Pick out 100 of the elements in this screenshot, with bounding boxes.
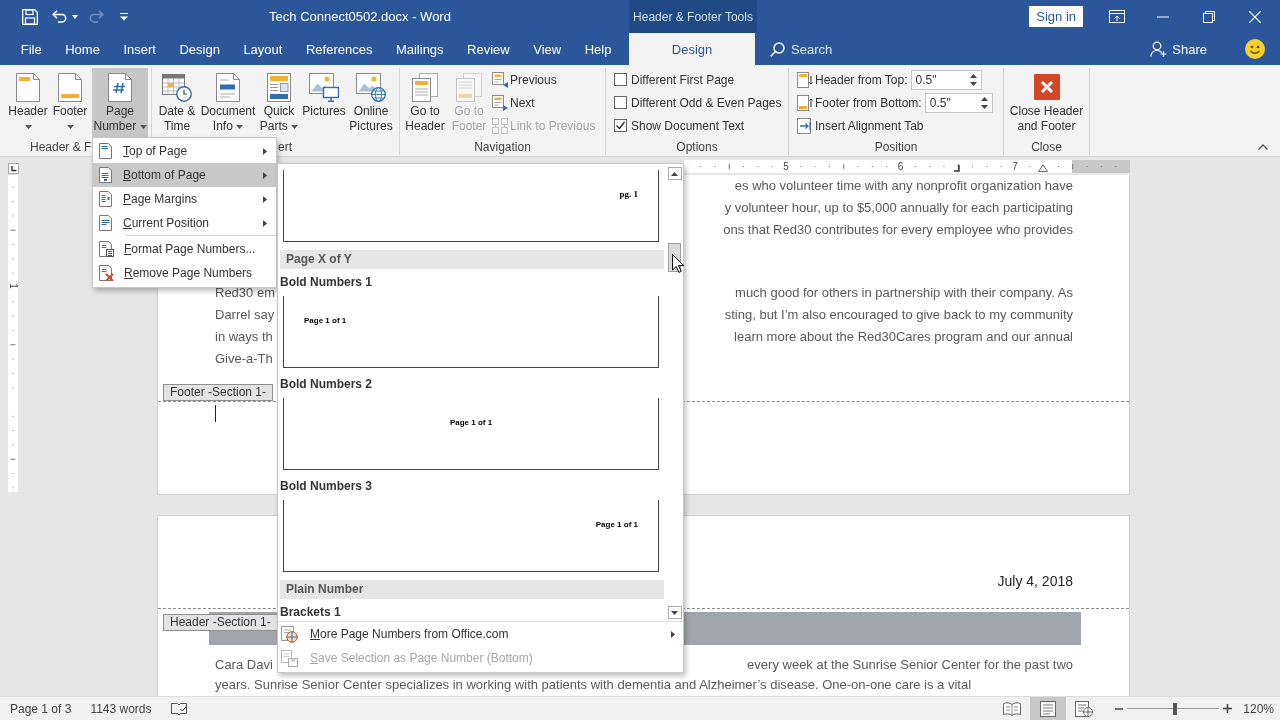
smiley-icon[interactable] [1245, 39, 1265, 59]
ribbon-tab[interactable]: Insert [111, 33, 168, 65]
page-layout-icon [1040, 700, 1057, 717]
ribbon-button[interactable]: Close Header and Footer [1004, 68, 1089, 140]
zoom-in-icon[interactable] [1223, 704, 1233, 713]
close-icon[interactable] [1249, 10, 1261, 23]
scroll-up-button[interactable] [667, 167, 682, 180]
header-section-tag: Header -Section 1- [163, 614, 278, 631]
book-check-icon[interactable] [170, 701, 187, 716]
page-middle-lines-icon [98, 215, 113, 231]
body-text: Darrel say [215, 306, 275, 324]
menu-item[interactable]: Format Page Numbers... [93, 237, 276, 261]
ribbon-small-button[interactable]: Next [492, 91, 596, 114]
share-button[interactable]: Share [1150, 33, 1207, 65]
ribbon-tab[interactable]: Mailings [384, 33, 456, 65]
group-label: Close [1031, 140, 1062, 154]
page-top-lines-icon [98, 143, 113, 159]
menu-item[interactable]: Current Position [93, 211, 276, 235]
close-icon [1033, 74, 1060, 100]
ribbon-tab[interactable]: References [294, 33, 385, 65]
save-icon[interactable] [22, 8, 38, 25]
page-arrow-left-icon [492, 71, 508, 88]
ribbon-tab[interactable]: Review [455, 33, 522, 65]
sign-in-button[interactable]: Sign in [1029, 6, 1083, 27]
menu-item[interactable]: Bottom of Page [93, 163, 276, 187]
spinner-field[interactable]: 0.5" [924, 92, 993, 113]
window-title: Tech Connect0502.docx - Word [269, 9, 451, 24]
tab-stop-icon[interactable] [954, 165, 960, 172]
restore-icon[interactable] [1203, 10, 1215, 23]
text-cursor-icon [215, 405, 216, 422]
zoom-slider-thumb[interactable] [1173, 702, 1178, 715]
header-margin-icon [797, 71, 813, 88]
page-side-lines-icon [98, 191, 113, 207]
page-tab-arrow-icon [797, 117, 813, 134]
body-text: learn more about the Red30Cares program and our annual [734, 328, 1073, 346]
ruler-number: 6 [897, 160, 904, 173]
ribbon-button[interactable]: Pictures [302, 68, 346, 140]
ribbon-tab[interactable]: File [9, 33, 54, 65]
word-count[interactable]: 1143 words [90, 701, 152, 716]
zoom-out-icon[interactable] [1115, 707, 1124, 710]
undo-icon[interactable] [52, 9, 68, 24]
ribbon-small-button[interactable]: Insert Alignment Tab [797, 114, 993, 137]
ribbon-button[interactable]: Footer [50, 68, 90, 140]
ruler-number: 1 [6, 283, 19, 289]
ribbon-tab[interactable]: Design [629, 33, 755, 65]
minimize-icon[interactable] [1157, 15, 1169, 18]
ribbon-button[interactable]: Page Number [92, 68, 148, 140]
spin-arrows-icon [980, 95, 988, 110]
scroll-down-button[interactable] [667, 606, 682, 619]
gallery-item-label: Bold Numbers 2 [280, 376, 373, 392]
page-header-icon [16, 72, 40, 102]
picture-monitor-icon [309, 72, 339, 102]
page-count[interactable]: Page 1 of 3 [10, 701, 72, 716]
body-text: every week at the Sunrise Senior Center for the past two [747, 656, 1073, 674]
menu-item[interactable]: Remove Page Numbers [93, 261, 276, 285]
open-book-icon [1003, 701, 1022, 716]
menu-item[interactable]: Page Margins [93, 187, 276, 211]
menu-item[interactable]: More Page Numbers from Office.com [278, 622, 683, 646]
ribbon-display-icon[interactable] [1109, 10, 1125, 23]
view-button[interactable] [1030, 697, 1067, 720]
body-text: y volunteer hour, up to $5,000 annually for each participating [724, 199, 1073, 217]
ribbon-tab[interactable]: View [521, 33, 573, 65]
menu-item[interactable]: Top of Page [93, 139, 276, 163]
ribbon-button[interactable]: Quick Parts [258, 68, 300, 140]
ribbon-tab[interactable]: Home [53, 33, 112, 65]
ribbon-button[interactable]: Online Pictures [348, 68, 394, 140]
ribbon-button[interactable]: Go to Header [404, 68, 446, 140]
page-number-preview[interactable]: Page 1 of 1 [283, 296, 659, 368]
preview-page-number: Page 1 of 1 [595, 519, 638, 530]
ribbon-small-button[interactable]: Previous [492, 68, 596, 91]
ribbon-tab[interactable]: Layout [231, 33, 295, 65]
page-stack-icon [412, 72, 438, 102]
caret-icon[interactable] [72, 14, 78, 19]
page-arrow-right-icon [492, 94, 508, 111]
checkbox[interactable] [614, 73, 627, 86]
submenu-arrow-icon [263, 195, 267, 203]
ribbon-tab[interactable]: Design [167, 33, 232, 65]
body-text: Red30 em [215, 284, 275, 302]
body-text: in ways th [215, 328, 273, 346]
gallery-section-heading: Page X of Y [280, 250, 664, 269]
collapse-icon[interactable] [1258, 144, 1268, 150]
page-number-preview[interactable]: Page 1 of 1 [283, 398, 659, 470]
checkbox[interactable] [614, 119, 627, 132]
body-text: years. Sunrise Senior Center specializes in working with patients with dementia and Alzheimer’s disease. One-on-one care is a vital [215, 676, 972, 694]
group-label: Navigation [474, 140, 531, 154]
ribbon-button[interactable]: Header [8, 68, 48, 140]
indent-marker-icon[interactable] [1038, 164, 1048, 172]
calendar-clock-icon [162, 72, 192, 102]
ribbon-tab[interactable]: Help [572, 33, 624, 65]
zoom-level[interactable]: 120% [1243, 701, 1274, 716]
tab-selector-icon[interactable] [8, 163, 19, 174]
search-field[interactable]: Search [770, 33, 833, 65]
customize-icon[interactable] [120, 12, 128, 21]
checkbox[interactable] [614, 96, 627, 109]
page-list-icon [98, 241, 114, 257]
page-number-preview[interactable]: pg. 1 [283, 170, 659, 242]
page-cross-icon [98, 265, 114, 281]
spinner-field[interactable]: 0.5" [910, 69, 982, 90]
page-number-preview[interactable]: Page 1 of 1 [283, 500, 659, 572]
quick-parts-icon [267, 72, 291, 102]
